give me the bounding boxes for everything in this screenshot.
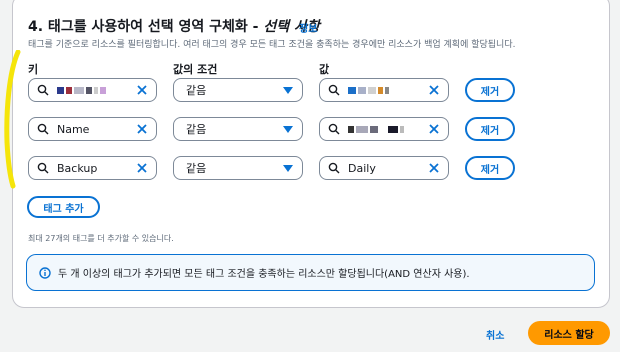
- key-column-label: 키: [28, 63, 39, 76]
- clear-icon[interactable]: [428, 84, 440, 96]
- condition-select[interactable]: 같음: [173, 156, 303, 180]
- caret-down-icon: [283, 125, 293, 133]
- tag-key-value: Name: [57, 122, 90, 136]
- info-alert-message: 두 개 이상의 태그가 추가되면 모든 태그 조건을 충족하는 리소스만 할당됩…: [58, 269, 470, 280]
- tag-key-input[interactable]: Name: [28, 117, 157, 141]
- condition-select-value: 같음: [186, 123, 207, 136]
- tag-value-value-redacted: [348, 84, 428, 97]
- search-icon: [328, 162, 340, 174]
- clear-icon[interactable]: [136, 123, 148, 135]
- info-link[interactable]: 정보: [299, 20, 317, 35]
- info-icon: [39, 266, 51, 279]
- value-column-label: 값: [319, 63, 330, 76]
- section-title: 4. 태그를 사용하여 선택 영역 구체화 - 선택 사항: [28, 19, 320, 35]
- search-icon: [37, 162, 49, 174]
- condition-select[interactable]: 같음: [173, 78, 303, 102]
- tag-value-value-redacted: [348, 123, 428, 136]
- remove-tag-button[interactable]: 제거: [465, 117, 515, 141]
- tag-key-value-redacted: [57, 84, 136, 97]
- clear-icon[interactable]: [428, 123, 440, 135]
- caret-down-icon: [283, 164, 293, 172]
- section-description: 태그를 기준으로 리소스를 필터링합니다. 여러 태그의 경우 모든 태그 조건…: [28, 40, 516, 50]
- tag-value-input[interactable]: [319, 78, 449, 102]
- clear-icon[interactable]: [428, 162, 440, 174]
- tag-value-value: Daily: [348, 161, 376, 175]
- condition-select-value: 같음: [186, 84, 207, 97]
- clear-icon[interactable]: [136, 162, 148, 174]
- search-icon: [37, 123, 49, 135]
- search-icon: [328, 123, 340, 135]
- search-icon: [37, 84, 49, 96]
- condition-column-label: 값의 조건: [173, 63, 218, 76]
- tag-key-value: Backup: [57, 161, 98, 175]
- info-alert: 두 개 이상의 태그가 추가되면 모든 태그 조건을 충족하는 리소스만 할당됩…: [26, 254, 595, 291]
- tag-value-input[interactable]: [319, 117, 449, 141]
- cancel-button[interactable]: 취소: [486, 327, 504, 342]
- assign-resources-button[interactable]: 리소스 할당: [528, 321, 610, 345]
- condition-select-value: 같음: [186, 162, 207, 175]
- clear-icon[interactable]: [136, 84, 148, 96]
- caret-down-icon: [283, 86, 293, 94]
- condition-select[interactable]: 같음: [173, 117, 303, 141]
- add-tag-button[interactable]: 태그 추가: [27, 196, 100, 218]
- tag-key-input[interactable]: [28, 78, 157, 102]
- search-icon: [328, 84, 340, 96]
- tag-limit-text: 최대 27개의 태그를 더 추가할 수 있습니다.: [28, 234, 174, 243]
- remove-tag-button[interactable]: 제거: [465, 156, 515, 180]
- tag-value-input[interactable]: Daily: [319, 156, 449, 180]
- remove-tag-button[interactable]: 제거: [465, 78, 515, 102]
- tag-key-input[interactable]: Backup: [28, 156, 157, 180]
